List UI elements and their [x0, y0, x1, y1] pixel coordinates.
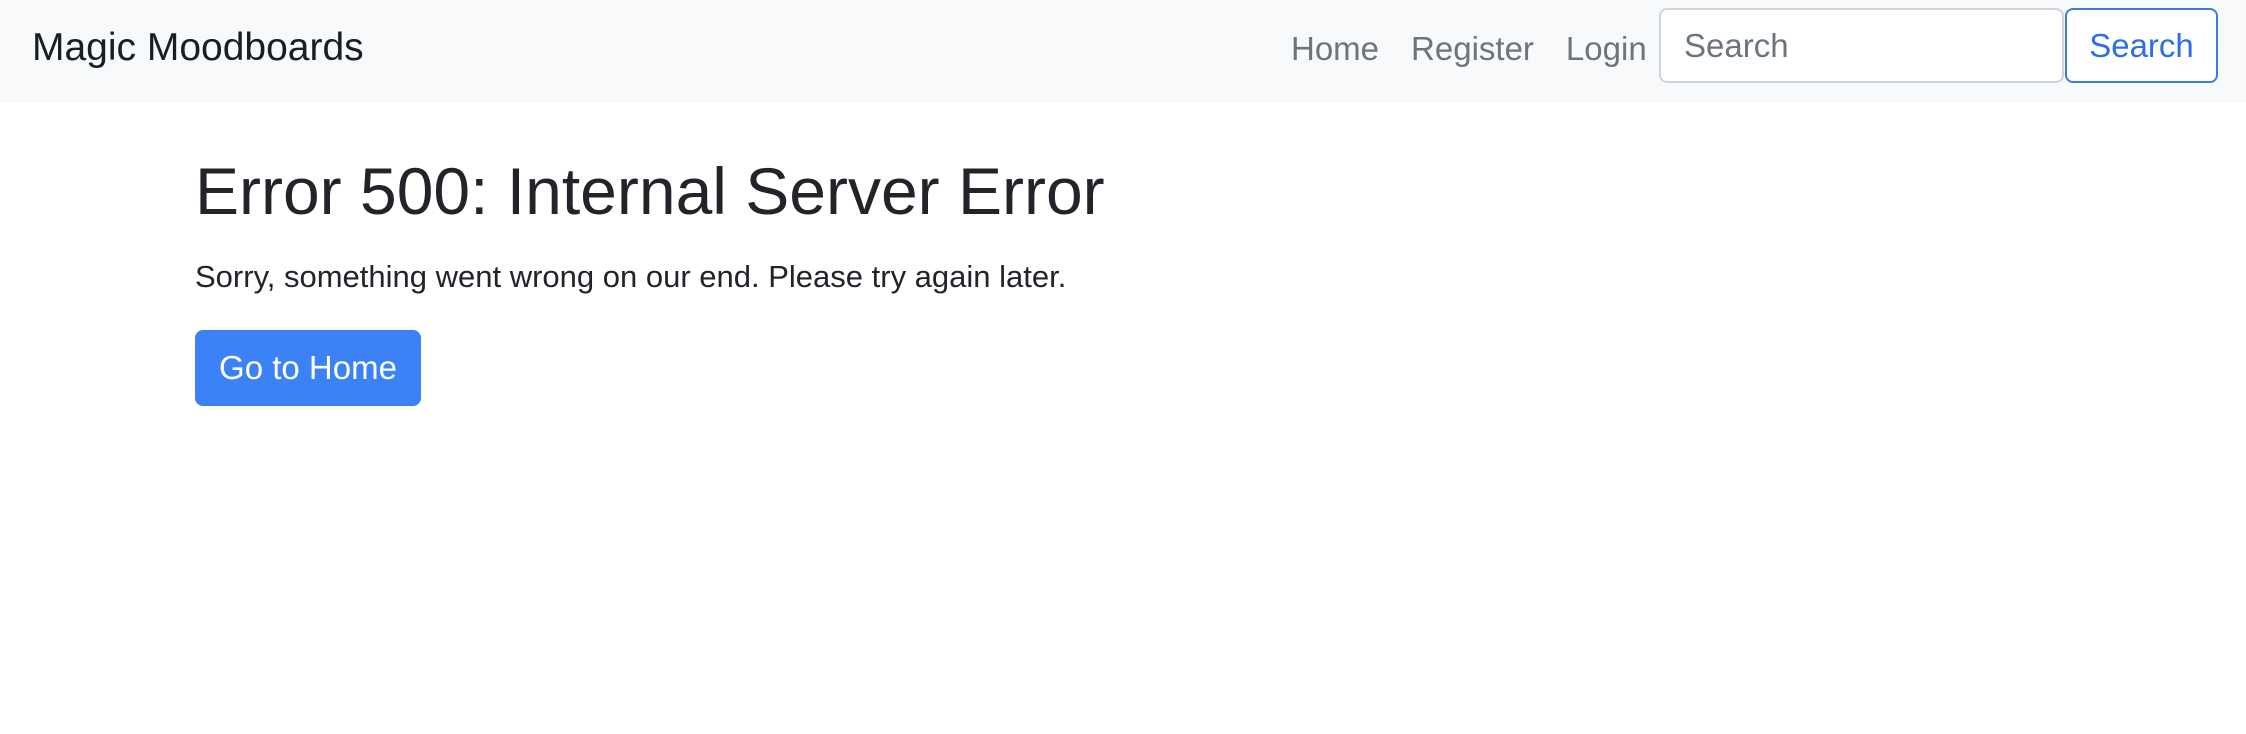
navbar: Magic Moodboards Home Register Login Sea… — [0, 0, 2246, 103]
go-to-home-button[interactable]: Go to Home — [195, 330, 421, 406]
nav-link-login[interactable]: Login — [1550, 24, 1663, 74]
nav-link-home[interactable]: Home — [1275, 24, 1395, 74]
search-button[interactable]: Search — [2065, 8, 2218, 83]
page-title: Error 500: Internal Server Error — [195, 154, 1105, 228]
main-content: Error 500: Internal Server Error Sorry, … — [195, 150, 1995, 406]
search-input[interactable] — [1659, 8, 2064, 83]
nav-link-register[interactable]: Register — [1395, 24, 1550, 74]
brand-link[interactable]: Magic Moodboards — [32, 22, 364, 74]
nav-links: Home Register Login — [1275, 24, 1663, 74]
error-message: Sorry, something went wrong on our end. … — [195, 259, 1067, 294]
